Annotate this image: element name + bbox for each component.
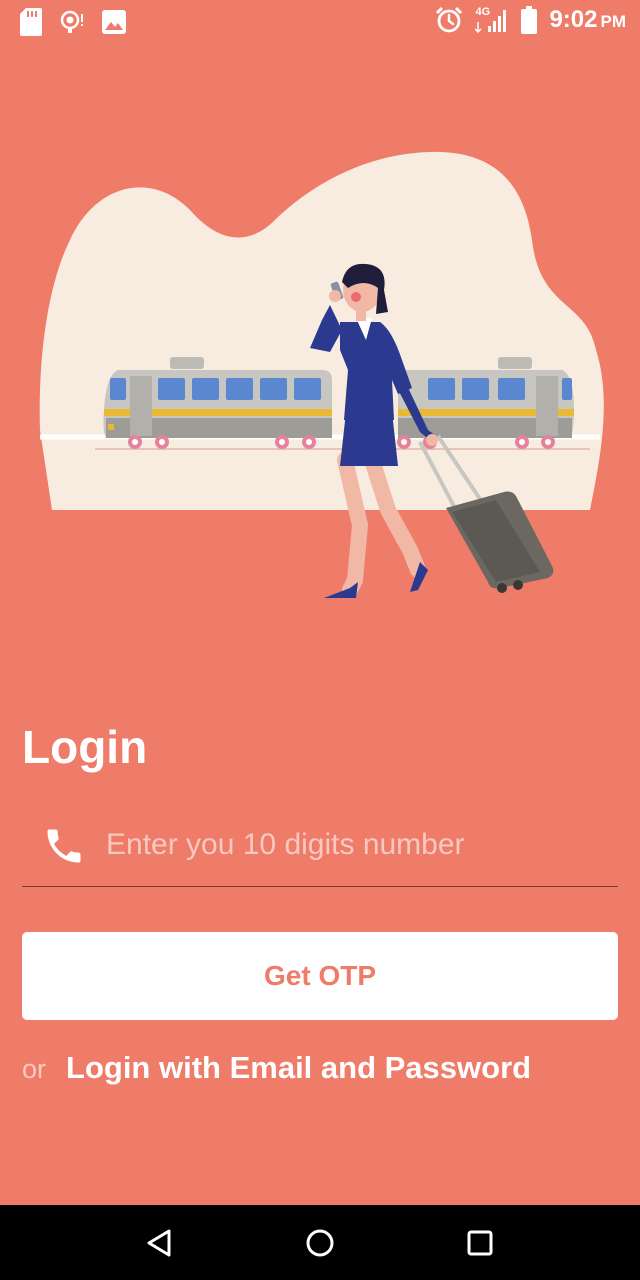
alarm-icon xyxy=(436,6,463,33)
signal-indicator: 4G xyxy=(475,6,509,34)
notification-icons xyxy=(20,8,126,36)
sd-card-icon xyxy=(20,8,42,36)
home-icon[interactable] xyxy=(298,1221,342,1265)
train-left xyxy=(103,357,332,449)
phone-icon xyxy=(47,829,81,863)
clock-time: 9:02 xyxy=(549,6,598,33)
login-title: Login xyxy=(22,721,148,773)
clock: 9:02 PM xyxy=(549,6,626,34)
phone-number-input[interactable] xyxy=(106,820,606,870)
signal-icon xyxy=(475,10,507,34)
or-label: or xyxy=(22,1054,47,1084)
hero-illustration xyxy=(39,151,604,598)
back-icon[interactable] xyxy=(138,1221,182,1265)
status-bar: 4G 9:02 PM xyxy=(0,0,640,44)
recents-icon[interactable] xyxy=(458,1221,502,1265)
hotspot-icon xyxy=(60,10,83,33)
battery-icon xyxy=(521,6,538,34)
alternate-login: or Login with Email and Password xyxy=(22,1050,531,1086)
phone-number-field[interactable] xyxy=(22,812,618,887)
get-otp-button[interactable]: Get OTP xyxy=(22,932,618,1020)
image-icon xyxy=(102,10,126,34)
clock-ampm: PM xyxy=(600,12,627,31)
system-status: 4G 9:02 PM xyxy=(435,6,626,34)
email-login-link[interactable]: Login with Email and Password xyxy=(66,1050,531,1086)
train-right xyxy=(397,357,574,449)
navigation-bar xyxy=(0,1205,640,1280)
